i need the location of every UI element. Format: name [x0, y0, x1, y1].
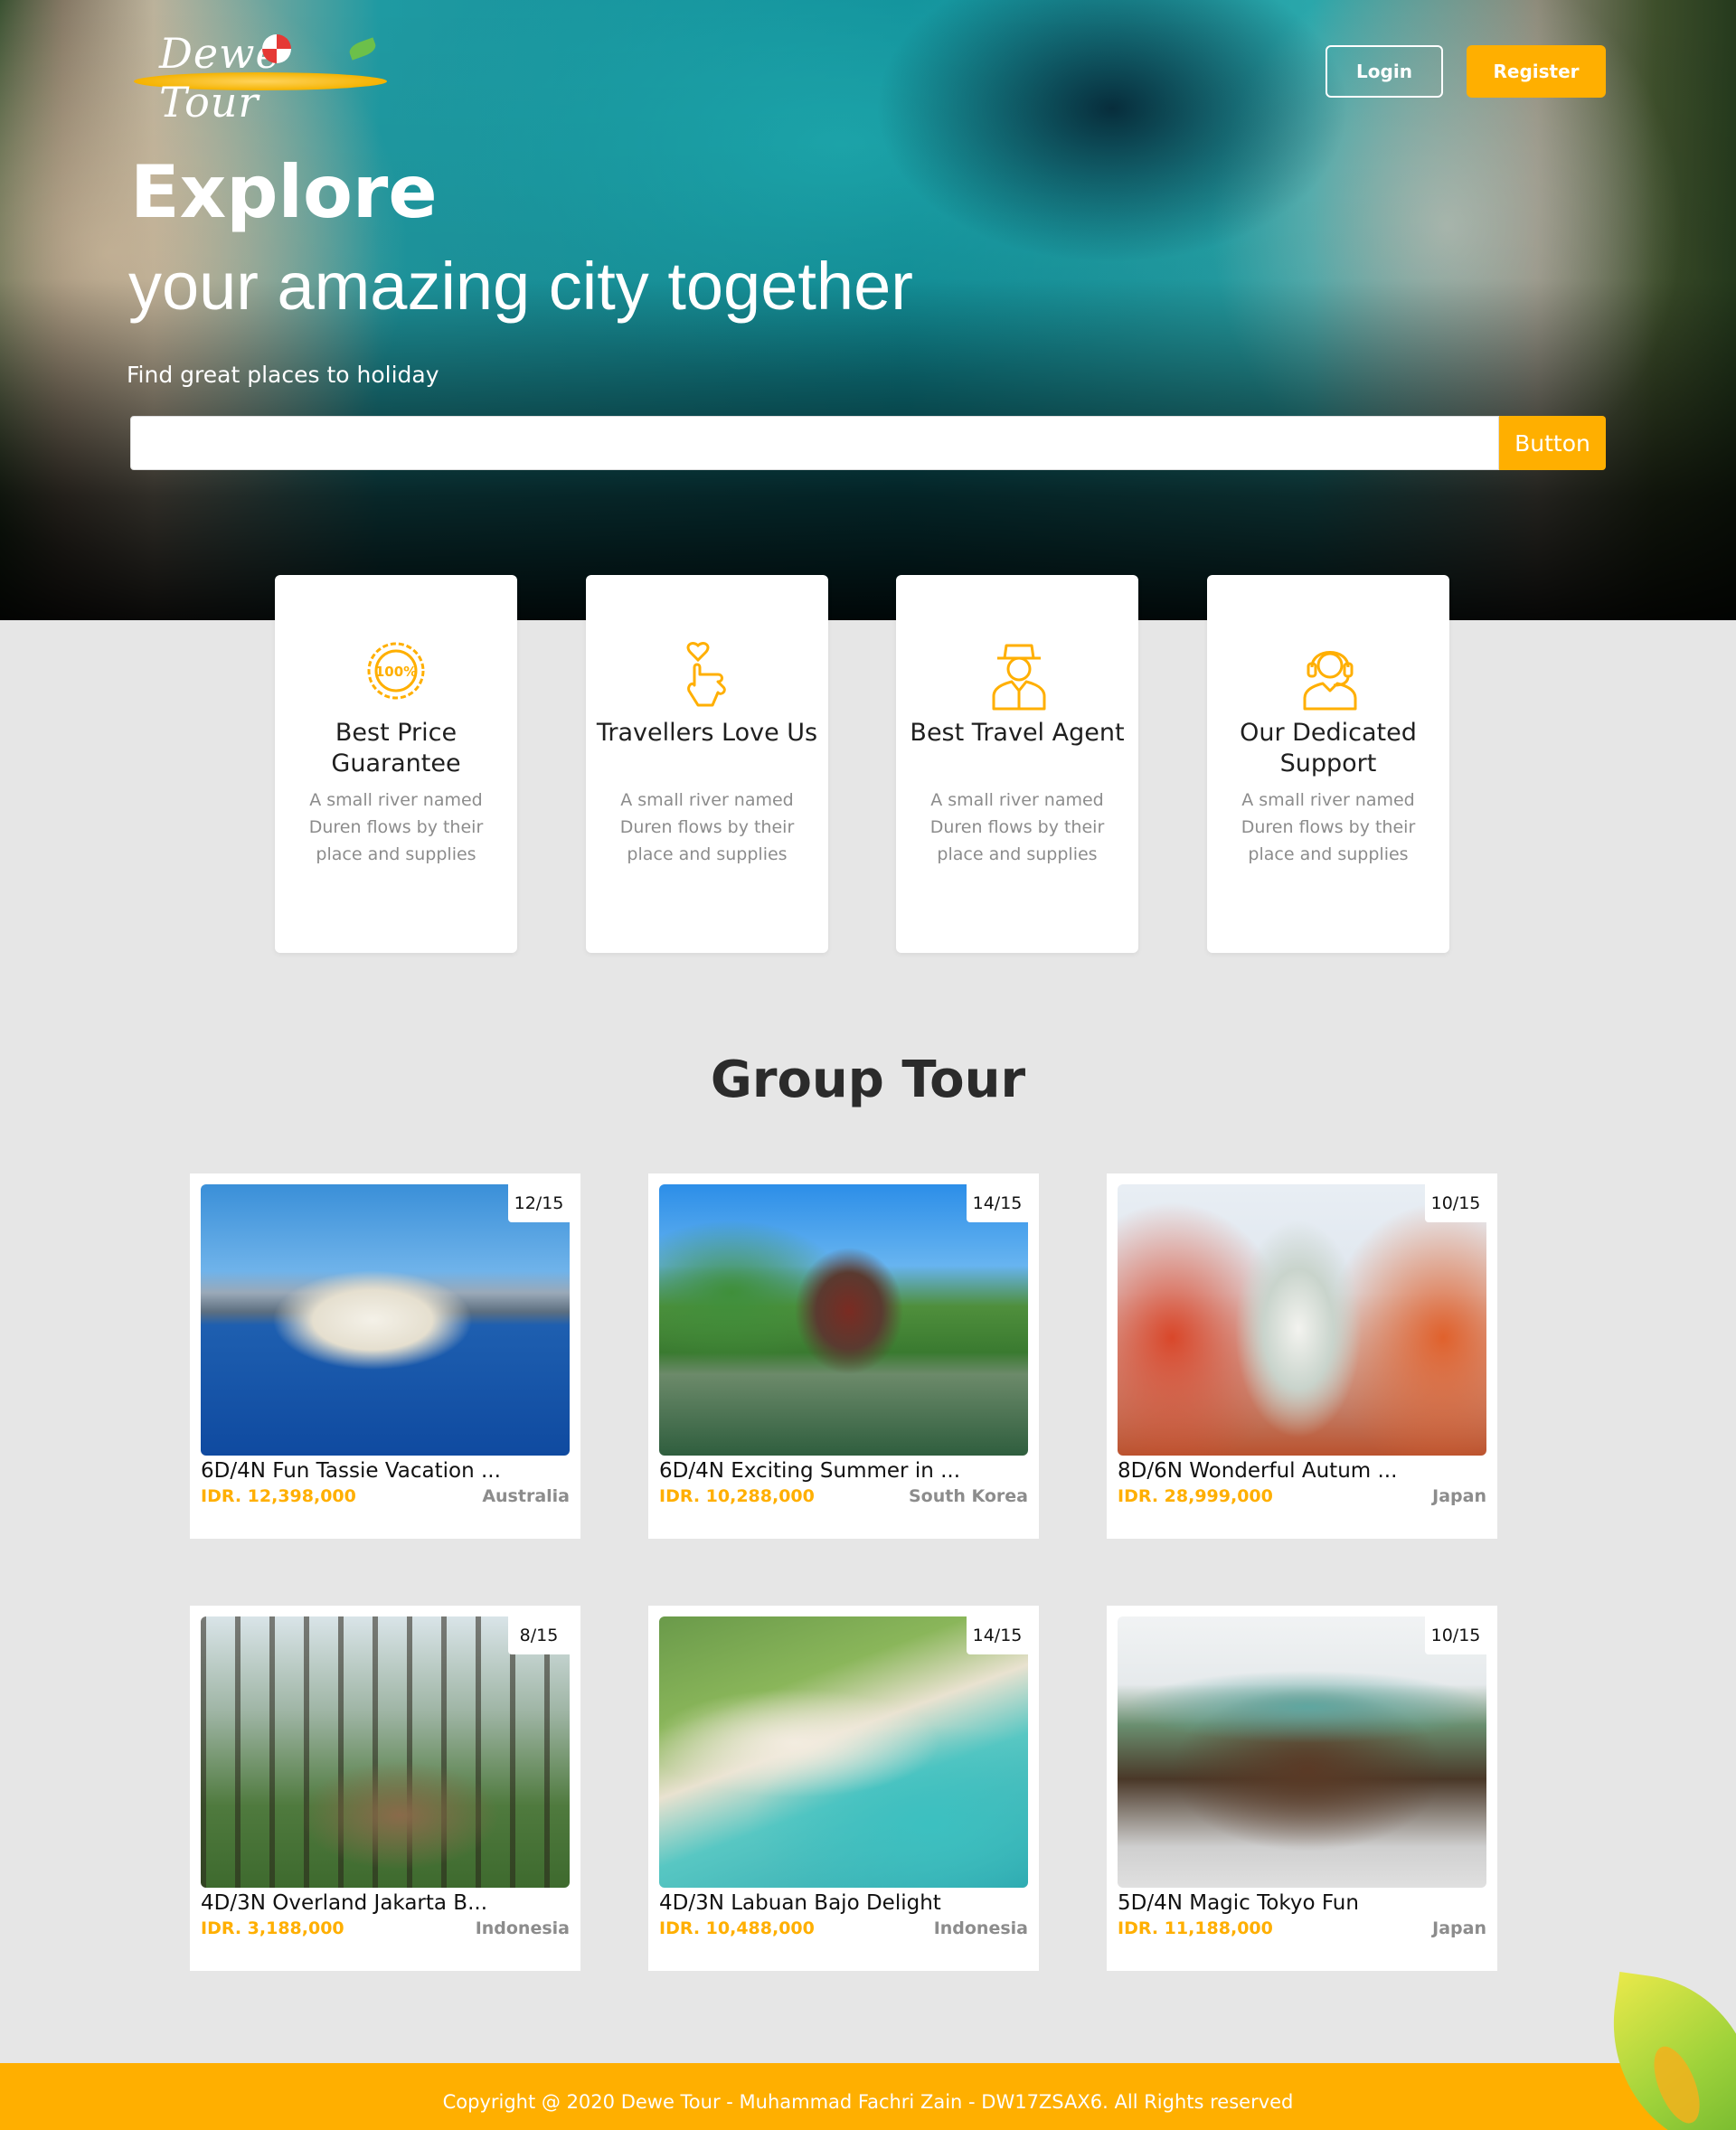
tour-name[interactable]: 6D/4N Exciting Summer in ...	[659, 1459, 960, 1483]
feature-description: A small river named Duren flows by their…	[308, 790, 484, 864]
tour-price: IDR. 10,288,000	[659, 1486, 815, 1506]
tour-card[interactable]: 10/15 8D/6N Wonderful Autum ... IDR. 28,…	[1107, 1173, 1497, 1539]
tour-quota: 10/15	[1425, 1616, 1486, 1654]
tour-card[interactable]: 10/15 5D/4N Magic Tokyo Fun IDR. 11,188,…	[1107, 1606, 1497, 1971]
tour-price: IDR. 11,188,000	[1118, 1918, 1273, 1938]
tour-quota: 14/15	[967, 1616, 1028, 1654]
tour-price: IDR. 28,999,000	[1118, 1486, 1273, 1506]
hero-title: Explore	[130, 150, 438, 234]
svg-text:100%: 100%	[375, 664, 417, 680]
feature-card-travellers-love: Travellers Love Us A small river named D…	[586, 575, 828, 953]
agent-icon	[992, 644, 1046, 711]
tour-name[interactable]: 4D/3N Labuan Bajo Delight	[659, 1891, 941, 1915]
login-button[interactable]: Login	[1326, 45, 1443, 98]
tour-image-tokyo-shrine[interactable]	[1118, 1616, 1486, 1888]
tour-card[interactable]: 14/15 4D/3N Labuan Bajo Delight IDR. 10,…	[648, 1606, 1039, 1971]
tour-country: Japan	[1432, 1918, 1486, 1938]
tour-quota: 12/15	[508, 1184, 570, 1222]
tour-price: IDR. 10,488,000	[659, 1918, 815, 1938]
feature-description: A small river named Duren flows by their…	[619, 790, 795, 864]
feature-card-best-price: 100% Best Price Guarantee A small river …	[275, 575, 517, 953]
tour-country: Japan	[1432, 1486, 1486, 1506]
tour-image-korean-palace[interactable]	[659, 1184, 1028, 1456]
tour-card[interactable]: 12/15 6D/4N Fun Tassie Vacation ... IDR.…	[190, 1173, 580, 1539]
tour-image-pine-forest-treehouse[interactable]	[201, 1616, 570, 1888]
headset-support-icon	[1303, 651, 1357, 711]
search-button[interactable]: Button	[1499, 416, 1606, 470]
tour-image-sydney-opera-house[interactable]	[201, 1184, 570, 1456]
tour-price: IDR. 12,398,000	[201, 1486, 356, 1506]
tour-name[interactable]: 6D/4N Fun Tassie Vacation ...	[201, 1459, 501, 1483]
feature-card-support: Our Dedicated Support A small river name…	[1207, 575, 1449, 953]
footer: Copyright @ 2020 Dewe Tour - Muhammad Fa…	[0, 2063, 1736, 2130]
beach-umbrella-icon	[262, 34, 291, 63]
hero-section: Dewe Tour Login Register Explore your am…	[0, 0, 1736, 620]
heart-hand-icon	[686, 642, 726, 707]
feature-title: Travellers Love Us	[596, 719, 818, 747]
badge-100-icon: 100%	[367, 642, 425, 700]
feature-title: Best Price Guarantee	[331, 719, 461, 778]
feature-title: Best Travel Agent	[910, 719, 1125, 747]
hero-tagline: Find great places to holiday	[127, 362, 439, 388]
tour-country: Indonesia	[933, 1918, 1028, 1938]
tour-card[interactable]: 8/15 4D/3N Overland Jakarta B... IDR. 3,…	[190, 1606, 580, 1971]
search-input[interactable]	[130, 416, 1499, 470]
tour-name[interactable]: 4D/3N Overland Jakarta B...	[201, 1891, 487, 1915]
footer-copyright: Copyright @ 2020 Dewe Tour - Muhammad Fa…	[442, 2091, 1294, 2113]
feature-title: Our Dedicated Support	[1240, 719, 1417, 778]
dewe-tour-logo[interactable]: Dewe Tour	[134, 29, 387, 127]
tour-image-labuan-bajo-beach[interactable]	[659, 1616, 1028, 1888]
tour-quota: 14/15	[967, 1184, 1028, 1222]
tour-quota: 10/15	[1425, 1184, 1486, 1222]
tour-name[interactable]: 8D/6N Wonderful Autum ...	[1118, 1459, 1397, 1483]
register-button[interactable]: Register	[1467, 45, 1606, 98]
tour-quota: 8/15	[508, 1616, 570, 1654]
group-tour-title: Group Tour	[710, 1051, 1026, 1109]
tour-card[interactable]: 14/15 6D/4N Exciting Summer in ... IDR. …	[648, 1173, 1039, 1539]
feature-description: A small river named Duren flows by their…	[929, 790, 1105, 864]
tour-image-japanese-castle[interactable]	[1118, 1184, 1486, 1456]
tour-country: South Korea	[908, 1486, 1028, 1506]
feature-description: A small river named Duren flows by their…	[1241, 790, 1416, 864]
tour-name[interactable]: 5D/4N Magic Tokyo Fun	[1118, 1891, 1359, 1915]
feature-card-travel-agent: Best Travel Agent A small river named Du…	[896, 575, 1138, 953]
tour-country: Indonesia	[475, 1918, 570, 1938]
hero-subtitle: your amazing city together	[128, 249, 913, 324]
tour-price: IDR. 3,188,000	[201, 1918, 344, 1938]
tour-country: Australia	[482, 1486, 570, 1506]
